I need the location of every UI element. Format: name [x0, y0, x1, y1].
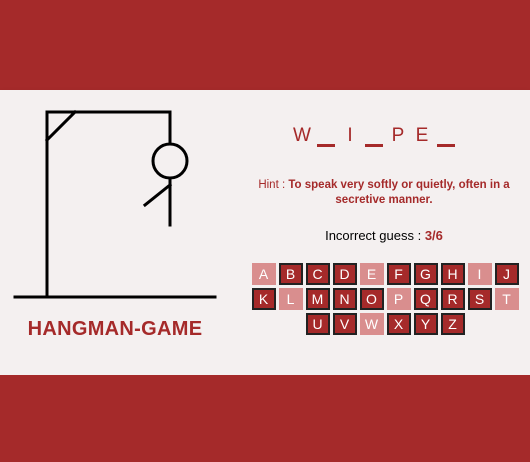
key-j[interactable]: J: [494, 263, 519, 285]
key-h[interactable]: H: [440, 263, 465, 285]
key-k[interactable]: K: [251, 288, 276, 310]
word-letter: P: [391, 125, 405, 146]
key-r[interactable]: R: [440, 288, 465, 310]
key-d[interactable]: D: [332, 263, 357, 285]
key-c[interactable]: C: [305, 263, 330, 285]
incorrect-guess-count: 3/6: [424, 228, 443, 243]
bottom-band: [0, 375, 530, 462]
word-blank: [436, 123, 456, 151]
key-n[interactable]: N: [332, 288, 357, 310]
key-w[interactable]: W: [359, 313, 384, 335]
key-i[interactable]: I: [467, 263, 492, 285]
game-title: HANGMAN-GAME: [27, 318, 203, 340]
word-display: W I PE: [292, 123, 456, 151]
letter-keyboard: ABCDEFGHIJ KLMNOPQRST UVWXYZ: [250, 263, 520, 335]
key-e[interactable]: E: [359, 263, 384, 285]
key-z[interactable]: Z: [440, 313, 465, 335]
key-m[interactable]: M: [305, 288, 330, 310]
key-g[interactable]: G: [413, 263, 438, 285]
key-v[interactable]: V: [332, 313, 357, 335]
key-f[interactable]: F: [386, 263, 411, 285]
word-letter: E: [415, 125, 429, 146]
word-letter: I: [347, 125, 353, 146]
key-o[interactable]: O: [359, 288, 384, 310]
hangman-left-arm: [142, 182, 173, 208]
key-s[interactable]: S: [467, 288, 492, 310]
gallows-brace: [44, 109, 78, 143]
hint-text: To speak very softly or quietly, often i…: [288, 179, 510, 206]
key-t[interactable]: T: [494, 288, 519, 310]
key-l[interactable]: L: [278, 288, 303, 310]
hint: Hint : To speak very softly or quietly, …: [254, 178, 514, 208]
key-p[interactable]: P: [386, 288, 411, 310]
top-band: [0, 0, 530, 90]
gallows-drawing: [13, 109, 217, 299]
key-y[interactable]: Y: [413, 313, 438, 335]
word-letter: W: [293, 125, 311, 146]
hint-label: Hint :: [258, 179, 286, 191]
key-u[interactable]: U: [305, 313, 330, 335]
incorrect-guess: Incorrect guess : 3/6: [254, 228, 514, 243]
game-panel: HANGMAN-GAME WIPE Hint : To speak very s…: [0, 90, 530, 375]
key-x[interactable]: X: [386, 313, 411, 335]
word-blank: [364, 123, 384, 151]
hangman-head: [151, 142, 189, 180]
key-a[interactable]: A: [251, 263, 276, 285]
key-q[interactable]: Q: [413, 288, 438, 310]
incorrect-guess-label: Incorrect guess :: [325, 228, 422, 243]
word-blank: [316, 123, 336, 151]
key-b[interactable]: B: [278, 263, 303, 285]
